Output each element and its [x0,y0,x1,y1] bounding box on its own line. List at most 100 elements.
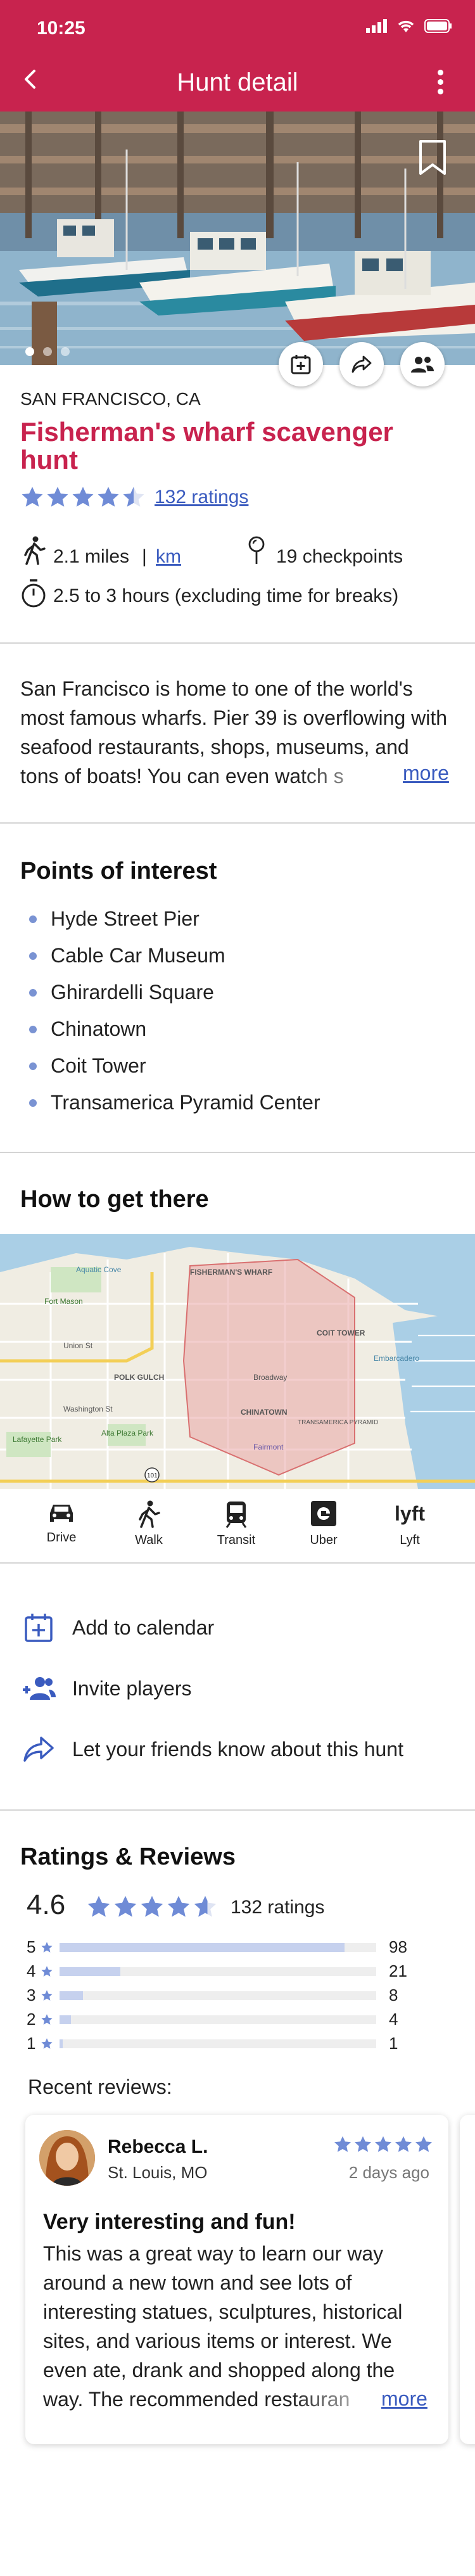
lyft-option[interactable]: lyft Lyft [381,1500,438,1548]
ratings-heading: Ratings & Reviews [20,1844,236,1870]
star-icon [355,2136,371,2152]
hunt-title: Fisherman's wharf scavenger hunt [20,417,393,475]
rating-bar-row: 38 [27,1986,398,2005]
rating-bar-row: 24 [27,2010,398,2029]
walk-icon [139,1500,160,1528]
hunt-city: SAN FRANCISCO, CA [20,389,201,409]
uber-icon [311,1501,336,1526]
poi-item: Hyde Street Pier [29,907,200,931]
calendar-fab[interactable] [279,342,323,386]
car-icon [50,1505,73,1522]
rating-bar-row: 5 98 [27,1937,407,1957]
walk-option[interactable]: Walk [120,1500,177,1548]
divider [0,642,475,644]
map-image: Aquatic Cove FISHERMAN'S WHARF Fort Maso… [0,1234,475,1489]
ratings-link[interactable]: 132 ratings [155,487,248,508]
highway-shield: 101 [147,1472,158,1479]
status-time: 10:25 [37,18,86,39]
map-label-aquatic: Aquatic Cove [76,1265,122,1274]
review-star-rating [333,2135,433,2154]
next-review-card[interactable] [460,2115,475,2444]
average-star-rating [86,1894,218,1920]
more-options-icon[interactable] [438,70,443,94]
star-icon [395,2136,412,2152]
share-icon [23,1737,54,1762]
review-card[interactable]: Rebecca L. St. Louis, MO 2 days ago Very… [25,2115,448,2444]
average-rating: 4.6 [27,1889,66,1920]
invite-players-action[interactable]: Invite players [20,1670,192,1707]
rating-bar-row: 11 [27,2034,398,2053]
walk-label: Walk [135,1533,163,1547]
rating-bar-stars: 4 [27,1961,36,1980]
star-icon [41,2013,53,2025]
poi-heading: Points of interest [20,858,217,884]
transit-label: Transit [217,1533,256,1547]
duration-text: 2.5 to 3 hours (excluding time for break… [53,585,399,606]
walking-icon [24,536,46,565]
description-more-link[interactable]: more [403,762,449,785]
share-fab[interactable] [339,342,384,386]
rating-bar-track [60,1991,376,2000]
star-icon [22,487,43,507]
group-add-icon [411,357,434,373]
harbor-boats-image [0,112,475,365]
reviewer-location: St. Louis, MO [108,2163,208,2182]
map-label-washington: Washington St [63,1405,113,1413]
signal-icon [366,19,387,33]
rating-bar-count: 4 [389,2010,398,2029]
calendar-add-icon [25,1614,53,1642]
checkpoint-pin-icon [248,536,265,564]
invite-players-label: Invite players [72,1676,192,1700]
divider [0,1809,475,1811]
wifi-icon [398,20,414,32]
rating-bar-stars: 2 [27,2010,36,2029]
bookmark-icon[interactable] [418,139,447,176]
distance-value: 2.1 miles [53,546,130,567]
carousel-dots[interactable] [25,347,70,356]
unit-separator: | [142,546,147,567]
drive-option[interactable]: Drive [33,1500,90,1545]
uber-option[interactable]: Uber [295,1500,352,1548]
hero-photo[interactable] [0,112,475,365]
poi-item: Coit Tower [29,1054,146,1078]
reviewer-avatar [39,2130,95,2186]
transit-option[interactable]: Transit [208,1500,265,1548]
bullet-icon [29,1062,37,1070]
invite-fab[interactable] [400,342,445,386]
rating-bar-track [60,1967,376,1976]
bullet-icon [29,988,37,997]
app-header: 10:25 Hunt detail [0,0,475,112]
divider [0,1562,475,1564]
distance-unit-toggle[interactable]: km [156,546,181,568]
review-title: Very interesting and fun! [43,2210,296,2234]
map-label-fairmont: Fairmont [253,1443,284,1451]
map-label-chinatown: CHINATOWN [241,1408,288,1417]
share-hunt-action[interactable]: Let your friends know about this hunt [20,1731,403,1768]
description-fade [298,758,399,789]
lyft-label: Lyft [400,1533,420,1547]
add-to-calendar-action[interactable]: Add to calendar [20,1609,214,1646]
rating-bar-count: 98 [389,1937,407,1956]
rating-bar-count: 21 [389,1961,407,1980]
star-icon [41,2037,53,2049]
uber-label: Uber [310,1533,338,1547]
poi-item: Cable Car Museum [29,944,225,967]
lyft-icon: lyft [395,1502,425,1525]
bullet-icon [29,952,37,960]
reviewer-name: Rebecca L. [108,2136,208,2157]
review-more-link[interactable]: more [381,2387,428,2411]
star-icon [114,1896,137,1917]
rating-bar-track [60,1942,376,1952]
star-icon [98,487,119,507]
calendar-add-icon [291,355,311,374]
review-fade [291,2386,393,2418]
rating-bar-row: 4 21 [27,1961,407,1981]
route-map[interactable]: Aquatic Cove FISHERMAN'S WHARF Fort Maso… [0,1234,475,1489]
star-icon [72,487,94,507]
star-icon [415,2136,432,2152]
star-icon [87,1896,110,1917]
poi-label: Cable Car Museum [51,944,225,967]
hunt-star-rating [20,485,146,509]
star-icon [123,487,144,507]
rating-bar-track [60,2015,376,2024]
